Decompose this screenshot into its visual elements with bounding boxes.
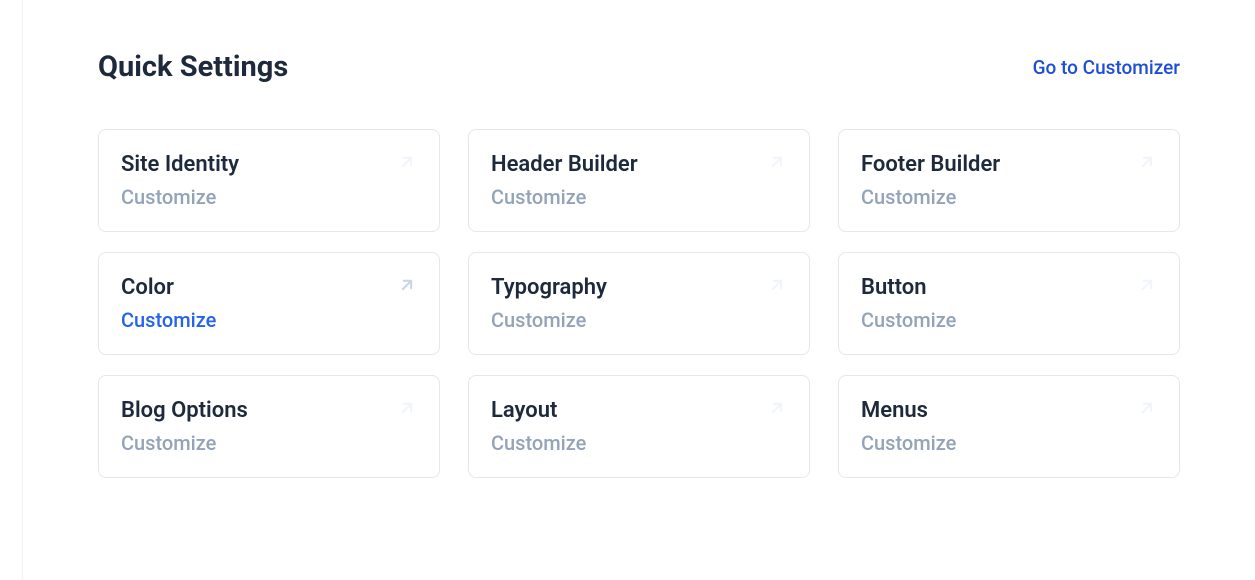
- card-subtitle: Customize: [121, 431, 417, 455]
- arrow-up-right-icon: [767, 152, 787, 172]
- card-site-identity[interactable]: Site Identity Customize: [98, 129, 440, 232]
- card-subtitle: Customize: [121, 308, 417, 332]
- page-header: Quick Settings Go to Customizer: [98, 50, 1180, 84]
- card-subtitle: Customize: [121, 185, 417, 209]
- card-button[interactable]: Button Customize: [838, 252, 1180, 355]
- arrow-up-right-icon: [1137, 275, 1157, 295]
- card-subtitle: Customize: [861, 308, 1157, 332]
- card-typography[interactable]: Typography Customize: [468, 252, 810, 355]
- card-subtitle: Customize: [861, 185, 1157, 209]
- arrow-up-right-icon: [397, 398, 417, 418]
- settings-grid: Site Identity Customize Header Builder C…: [98, 129, 1180, 478]
- card-title: Site Identity: [121, 152, 417, 177]
- arrow-up-right-icon: [767, 275, 787, 295]
- card-subtitle: Customize: [491, 185, 787, 209]
- card-menus[interactable]: Menus Customize: [838, 375, 1180, 478]
- card-layout[interactable]: Layout Customize: [468, 375, 810, 478]
- arrow-up-right-icon: [1137, 152, 1157, 172]
- arrow-up-right-icon: [397, 275, 417, 295]
- page-title: Quick Settings: [98, 50, 288, 84]
- card-title: Footer Builder: [861, 152, 1157, 177]
- card-title: Layout: [491, 398, 787, 423]
- card-blog-options[interactable]: Blog Options Customize: [98, 375, 440, 478]
- card-color[interactable]: Color Customize: [98, 252, 440, 355]
- arrow-up-right-icon: [767, 398, 787, 418]
- card-title: Color: [121, 275, 417, 300]
- go-to-customizer-link[interactable]: Go to Customizer: [1033, 56, 1180, 79]
- card-title: Header Builder: [491, 152, 787, 177]
- arrow-up-right-icon: [1137, 398, 1157, 418]
- card-subtitle: Customize: [491, 308, 787, 332]
- card-subtitle: Customize: [491, 431, 787, 455]
- card-title: Button: [861, 275, 1157, 300]
- card-subtitle: Customize: [861, 431, 1157, 455]
- card-title: Typography: [491, 275, 787, 300]
- card-title: Blog Options: [121, 398, 417, 423]
- arrow-up-right-icon: [397, 152, 417, 172]
- card-header-builder[interactable]: Header Builder Customize: [468, 129, 810, 232]
- card-footer-builder[interactable]: Footer Builder Customize: [838, 129, 1180, 232]
- card-title: Menus: [861, 398, 1157, 423]
